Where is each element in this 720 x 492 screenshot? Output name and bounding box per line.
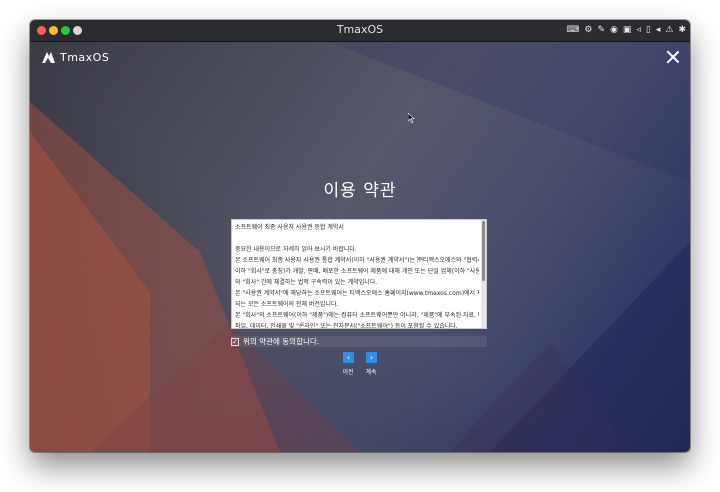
settings-icon[interactable]: ✱ xyxy=(678,23,686,38)
terms-line: 와 "회사" 간에 체결하는 법적 구속력이 있는 계약입니다. xyxy=(235,279,378,286)
next-button[interactable]: › xyxy=(366,352,377,363)
system-tray: ⌨ ⚙ ✎ ◉ ▣ ◃ ▯ ◂ ⚠ ✱ xyxy=(566,23,686,38)
keyboard-icon[interactable]: ⌨ xyxy=(566,23,579,38)
terms-line: 되는 모든 소프트웨어의 전체 버전입니다. xyxy=(235,301,339,308)
tmaxos-logo-icon xyxy=(42,52,55,63)
close-icon[interactable] xyxy=(666,50,680,64)
terms-line: 파일, 데이터, 인쇄물 및 "온라인" 또는 전자문서("소프트웨어") 등이… xyxy=(235,323,458,329)
battery-icon[interactable]: ▯ xyxy=(646,23,651,38)
gear-icon[interactable]: ⚙ xyxy=(584,23,592,38)
agree-row[interactable]: ✓ 위의 약관에 동의합니다. xyxy=(231,336,487,347)
next-label[interactable]: 계속 xyxy=(356,367,386,376)
page-title: 이용 약관 xyxy=(323,181,397,201)
display-icon[interactable]: ▣ xyxy=(623,23,632,38)
title-bar: TmaxOS ⌨ ⚙ ✎ ◉ ▣ ◃ ▯ ◂ ⚠ ✱ xyxy=(30,20,690,42)
terms-line: 이하 "회사"로 총칭)가 개발, 판매, 배포한 소프트웨어 제품에 대해 개… xyxy=(235,268,479,275)
back-icon[interactable]: ◂ xyxy=(656,23,661,38)
terms-textbox[interactable]: 소프트웨어 최종 사용자 사용권 동합 계약서 중요한 내용이므로 자세히 읽어… xyxy=(231,219,487,329)
pen-icon[interactable]: ✎ xyxy=(597,23,605,38)
record-icon[interactable]: ◉ xyxy=(610,23,618,38)
terms-line: 중요한 내용이므로 자세히 읽어 보시기 바랍니다. xyxy=(235,246,357,253)
terms-line: 본 "사용권 계약서"에 해당하는 소프트웨어는 티맥스오에스 홈페이지(www… xyxy=(235,290,479,297)
terms-line: 본 "회사"의 소프트웨어(이하 "제품")에는 컴퓨터 소프트웨어뿐만 아니라… xyxy=(235,312,479,319)
terms-text: 소프트웨어 최종 사용자 사용권 동합 계약서 중요한 내용이므로 자세히 읽어… xyxy=(232,220,486,329)
logo-text: TmaxOS xyxy=(60,51,110,64)
mouse-cursor-icon xyxy=(408,113,415,123)
terms-scrollbar[interactable] xyxy=(481,220,486,328)
volume-icon[interactable]: ◃ xyxy=(636,23,641,38)
tmaxos-logo: TmaxOS xyxy=(42,51,109,64)
terms-scroll-thumb[interactable] xyxy=(482,221,485,281)
terms-line xyxy=(235,233,479,244)
app-window: TmaxOS ⌨ ⚙ ✎ ◉ ▣ ◃ ▯ ◂ ⚠ ✱ TmaxOS 이용 약관 … xyxy=(30,20,690,452)
warning-icon[interactable]: ⚠ xyxy=(665,23,673,38)
terms-line: 본 소프트웨어 최종 사용자 사용권 통합 계약서(이하 "사용권 계약서")는… xyxy=(235,257,479,264)
prev-button[interactable]: ‹ xyxy=(343,352,354,363)
agree-label[interactable]: 위의 약관에 동의합니다. xyxy=(243,336,319,347)
terms-line: 소프트웨어 최종 사용자 사용권 동합 계약서 xyxy=(235,224,344,231)
installer-screen: TmaxOS 이용 약관 소프트웨어 최종 사용자 사용권 동합 계약서 중요한… xyxy=(30,42,690,452)
agree-checkbox[interactable]: ✓ xyxy=(231,337,239,346)
